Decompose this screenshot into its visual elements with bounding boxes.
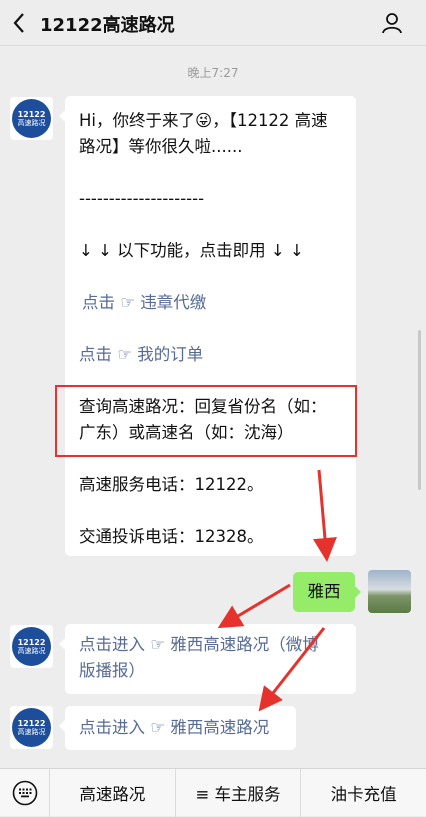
welcome-message-bubble: Hi，你终于来了😜，【12122 高速 路况】等你很久啦...... -----… (59, 96, 356, 556)
bottom-menu-bar: 高速路况 ≡ 车主服务 油卡充值 (0, 768, 426, 817)
logo-icon: 12122 高速路况 (12, 99, 51, 138)
menu-fuel-card-topup[interactable]: 油卡充值 (301, 769, 426, 817)
service-phone-text: 高速服务电话：12122。 (79, 475, 264, 494)
weibo-report-link-prefix[interactable]: 点击进入 ☞ (79, 635, 170, 654)
logo-icon: 12122 高速路况 (12, 708, 51, 747)
keyboard-icon (12, 780, 37, 805)
timestamp: 晚上7:27 (187, 66, 239, 80)
weibo-report-link-2[interactable]: 版播报） (79, 658, 145, 684)
complaint-phone-text: 交通投诉电话：12328。 (79, 527, 264, 546)
reply-message-bubble: 点击进入 ☞ 雅西高速路况（微博 版播报） (59, 624, 356, 694)
user-avatar[interactable] (368, 570, 411, 613)
yaxi-traffic-link-prefix[interactable]: 点击进入 ☞ (79, 718, 170, 737)
violation-payment-link[interactable]: 点击 ☞ 违章代缴 (82, 290, 206, 316)
features-text: ↓ ↓ 以下功能，点击即用 ↓ ↓ (79, 241, 304, 260)
annotation-arrow (217, 583, 291, 629)
back-icon[interactable] (10, 11, 30, 35)
reply-message-bubble-2: 点击进入 ☞ 雅西高速路况 (59, 706, 296, 750)
top-bar: 12122高速路况 (0, 0, 426, 46)
yaxi-traffic-link[interactable]: 雅西高速路况 (170, 718, 269, 737)
official-account-avatar-2[interactable]: 12122 高速路况 (10, 625, 53, 668)
my-orders-link[interactable]: 点击 ☞ 我的订单 (79, 342, 203, 368)
official-account-avatar-3[interactable]: 12122 高速路况 (10, 706, 53, 749)
menu-owner-services[interactable]: ≡ 车主服务 (176, 768, 302, 817)
profile-icon[interactable] (380, 11, 404, 35)
highlight-box (55, 385, 357, 457)
logo-icon: 12122 高速路况 (12, 627, 51, 666)
reply-line1: 点击进入 ☞ 雅西高速路况（微博 (79, 632, 319, 658)
reply-line: 点击进入 ☞ 雅西高速路况 (79, 715, 269, 741)
divider-text: --------------------- (79, 189, 205, 208)
official-account-avatar[interactable]: 12122 高速路况 (10, 97, 53, 140)
scrollbar[interactable] (418, 330, 421, 490)
weibo-report-link[interactable]: 雅西高速路况（微博 (170, 635, 319, 654)
menu-highway-traffic[interactable]: 高速路况 (50, 768, 176, 817)
sent-message-bubble: 雅西 (293, 572, 361, 612)
chat-title: 12122高速路况 (40, 15, 175, 36)
greeting-text: Hi，你终于来了😜，【12122 高速 (79, 111, 328, 130)
greeting-text-2: 路况】等你很久啦...... (79, 137, 243, 156)
keyboard-toggle-button[interactable] (0, 768, 50, 817)
